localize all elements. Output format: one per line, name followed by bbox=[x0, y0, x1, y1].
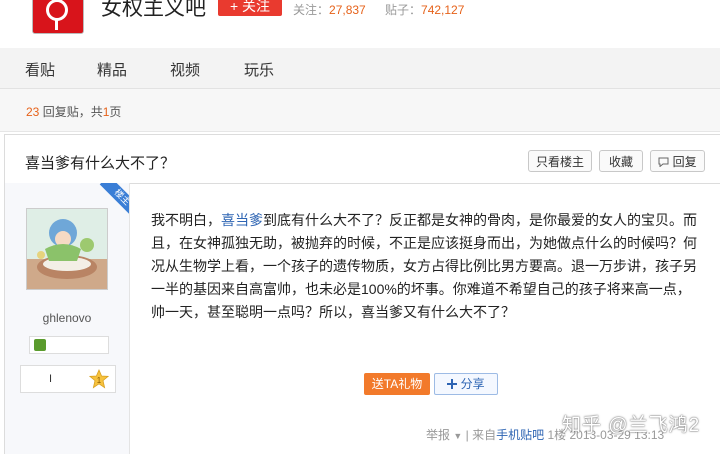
dropdown-arrow-icon[interactable]: ▼ bbox=[453, 431, 462, 441]
posts-label: 贴子： bbox=[385, 3, 422, 17]
watermark: 知乎 @兰飞鸿2 bbox=[562, 415, 701, 436]
reply-icon bbox=[658, 157, 669, 168]
forum-header: 女权主义吧 + 关注 关注：27,837 贴子：742,127 bbox=[0, 0, 720, 38]
report-link[interactable]: 举报 bbox=[426, 428, 450, 442]
tab-videos[interactable]: 视频 bbox=[170, 59, 200, 80]
forum-title[interactable]: 女权主义吧 bbox=[101, 0, 206, 22]
username[interactable]: ghlenovo bbox=[5, 311, 129, 325]
only-owner-button[interactable]: 只看楼主 bbox=[528, 150, 592, 172]
post-text-rest: 到底有什么大不了？反正都是女神的骨肉，是你最爱的女人的宝贝。而且，在女神孤独无助… bbox=[151, 212, 697, 320]
user-badge-icon bbox=[34, 339, 46, 351]
tab-games[interactable]: 玩乐 bbox=[244, 59, 274, 80]
avatar-image bbox=[27, 209, 107, 289]
posts-count: 742,127 bbox=[421, 3, 465, 17]
share-label: 分享 bbox=[460, 377, 485, 391]
thread-header: 喜当爹有什么大不了？ 只看楼主 收藏 回复 bbox=[4, 134, 720, 184]
reply-button-label: 回复 bbox=[672, 155, 697, 169]
user-badge[interactable] bbox=[29, 336, 109, 354]
followers-label: 关注： bbox=[293, 3, 330, 17]
avatar[interactable] bbox=[26, 208, 108, 290]
reply-count-text: 回复贴，共 bbox=[42, 105, 103, 119]
post-keyword-link[interactable]: 喜当爹 bbox=[221, 212, 263, 228]
forum-logo-icon[interactable] bbox=[32, 0, 84, 34]
page-count-text: 页 bbox=[109, 105, 122, 119]
author-panel: 楼主 ghlenovo I 1 bbox=[5, 183, 130, 454]
source-link[interactable]: 手机贴吧 bbox=[496, 428, 544, 442]
reply-button[interactable]: 回复 bbox=[650, 150, 705, 172]
followers-count: 27,837 bbox=[329, 3, 366, 17]
post-text-start: 我不明白， bbox=[151, 212, 221, 228]
reply-count: 23 bbox=[26, 105, 40, 119]
favorite-button[interactable]: 收藏 bbox=[599, 150, 643, 172]
level-star-icon: 1 bbox=[89, 369, 109, 389]
user-level[interactable]: I 1 bbox=[20, 365, 116, 393]
post-content: 我不明白，喜当爹到底有什么大不了？反正都是女神的骨肉，是你最爱的女人的宝贝。而且… bbox=[151, 209, 703, 324]
svg-text:1: 1 bbox=[97, 376, 102, 385]
tab-featured[interactable]: 精品 bbox=[97, 59, 127, 80]
reply-summary: 23 回复贴，共1页 bbox=[26, 103, 121, 120]
tab-posts[interactable]: 看贴 bbox=[25, 59, 55, 80]
share-plus-icon bbox=[447, 379, 458, 389]
share-button[interactable]: 分享 bbox=[434, 373, 498, 395]
level-value: I bbox=[49, 373, 53, 385]
pagination-bar: 23 回复贴，共1页 bbox=[0, 89, 720, 132]
followers-stat: 关注：27,837 bbox=[293, 1, 366, 18]
thread-title: 喜当爹有什么大不了？ bbox=[25, 155, 176, 172]
source-prefix: | 来自 bbox=[465, 428, 497, 442]
follow-button[interactable]: + 关注 bbox=[218, 0, 282, 16]
posts-stat: 贴子：742,127 bbox=[385, 1, 464, 18]
forum-nav: 看贴 精品 视频 玩乐 bbox=[0, 48, 720, 89]
send-gift-button[interactable]: 送TA礼物 bbox=[364, 373, 430, 395]
